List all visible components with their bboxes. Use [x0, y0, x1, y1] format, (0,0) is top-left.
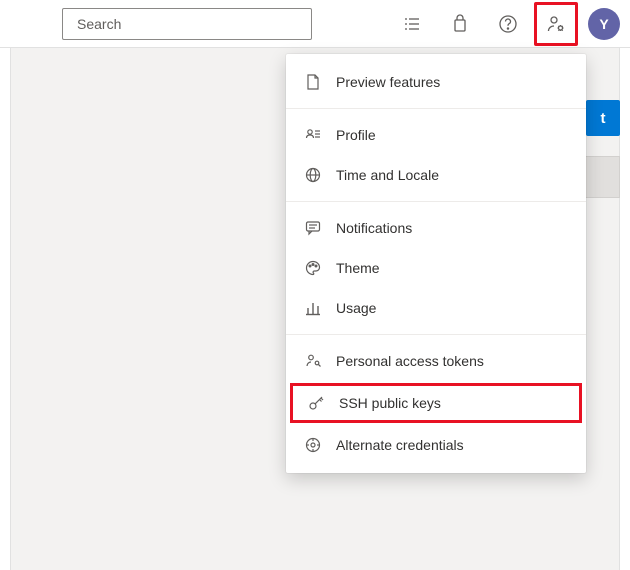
menu-usage[interactable]: Usage	[286, 288, 586, 328]
chat-icon	[304, 219, 322, 237]
user-settings-menu: Preview features Profile Time and Locale…	[286, 54, 586, 473]
menu-preview-features[interactable]: Preview features	[286, 62, 586, 102]
menu-time-locale[interactable]: Time and Locale	[286, 155, 586, 195]
search-input[interactable]	[77, 16, 303, 32]
person-key-icon	[304, 352, 322, 370]
document-icon	[304, 73, 322, 91]
menu-label: Alternate credentials	[336, 437, 464, 453]
marketplace-icon[interactable]	[438, 2, 482, 46]
avatar[interactable]: Y	[588, 8, 620, 40]
menu-label: SSH public keys	[339, 395, 441, 411]
menu-label: Usage	[336, 300, 376, 316]
globe-icon	[304, 166, 322, 184]
menu-profile[interactable]: Profile	[286, 115, 586, 155]
key-icon	[307, 394, 325, 412]
top-bar: Y	[0, 0, 630, 48]
bar-chart-icon	[304, 299, 322, 317]
menu-label: Profile	[336, 127, 376, 143]
work-items-icon[interactable]	[390, 2, 434, 46]
menu-label: Time and Locale	[336, 167, 439, 183]
menu-separator	[286, 108, 586, 109]
menu-label: Theme	[336, 260, 380, 276]
menu-separator	[286, 334, 586, 335]
menu-notifications[interactable]: Notifications	[286, 208, 586, 248]
person-card-icon	[304, 126, 322, 144]
menu-personal-access-tokens[interactable]: Personal access tokens	[286, 341, 586, 381]
menu-ssh-public-keys[interactable]: SSH public keys	[290, 383, 582, 423]
menu-label: Preview features	[336, 74, 440, 90]
credentials-icon	[304, 436, 322, 454]
menu-label: Personal access tokens	[336, 353, 484, 369]
palette-icon	[304, 259, 322, 277]
user-settings-icon[interactable]	[534, 2, 578, 46]
menu-alternate-credentials[interactable]: Alternate credentials	[286, 425, 586, 465]
menu-separator	[286, 201, 586, 202]
avatar-initial: Y	[599, 16, 608, 32]
menu-label: Notifications	[336, 220, 412, 236]
search-box[interactable]	[62, 8, 312, 40]
menu-theme[interactable]: Theme	[286, 248, 586, 288]
help-icon[interactable]	[486, 2, 530, 46]
primary-button-peek[interactable]: t	[586, 100, 620, 136]
